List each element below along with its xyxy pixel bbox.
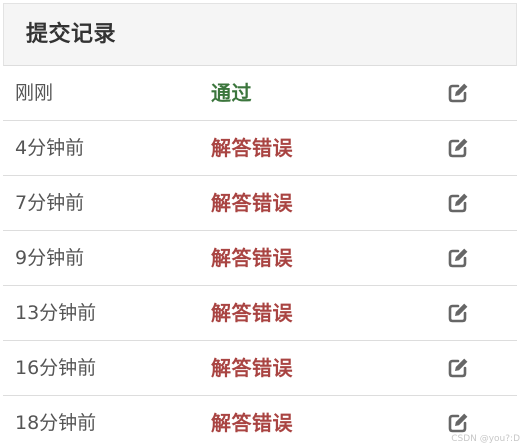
edit-icon[interactable]	[447, 137, 469, 159]
submission-status[interactable]: 解答错误	[211, 409, 293, 437]
submission-time: 刚刚	[15, 82, 54, 104]
edit-icon[interactable]	[447, 302, 469, 324]
submission-row[interactable]: 4分钟前 解答错误	[3, 121, 517, 176]
panel-header: 提交记录	[3, 3, 517, 66]
submission-status[interactable]: 解答错误	[211, 354, 293, 382]
submission-row[interactable]: 16分钟前 解答错误	[3, 341, 517, 396]
submission-status[interactable]: 通过	[211, 79, 252, 107]
submission-row[interactable]: 13分钟前 解答错误	[3, 286, 517, 341]
submission-row[interactable]: 9分钟前 解答错误	[3, 231, 517, 286]
submission-row[interactable]: 刚刚 通过	[3, 66, 517, 121]
submission-time: 4分钟前	[15, 137, 85, 159]
submission-time: 18分钟前	[15, 412, 97, 434]
submission-row[interactable]: 7分钟前 解答错误	[3, 176, 517, 231]
submission-time: 13分钟前	[15, 302, 97, 324]
submission-row[interactable]: 18分钟前 解答错误	[3, 396, 517, 448]
edit-icon[interactable]	[447, 192, 469, 214]
panel-title: 提交记录	[26, 22, 117, 47]
submission-status[interactable]: 解答错误	[211, 299, 293, 327]
edit-icon[interactable]	[447, 412, 469, 434]
edit-icon[interactable]	[447, 247, 469, 269]
submission-time: 9分钟前	[15, 247, 85, 269]
edit-icon[interactable]	[447, 82, 469, 104]
submission-time: 7分钟前	[15, 192, 85, 214]
watermark: CSDN @you?:D	[451, 434, 520, 444]
edit-icon[interactable]	[447, 357, 469, 379]
submission-status[interactable]: 解答错误	[211, 134, 293, 162]
submission-status[interactable]: 解答错误	[211, 244, 293, 272]
submission-list: 刚刚 通过 4分钟前 解答错误 7分钟前 解答错误 9分钟前 解答错误 13分钟…	[3, 66, 517, 448]
submission-time: 16分钟前	[15, 357, 97, 379]
submission-status[interactable]: 解答错误	[211, 189, 293, 217]
submission-history-panel: 提交记录 刚刚 通过 4分钟前 解答错误 7分钟前 解答错误 9分钟前 解答错误…	[0, 0, 523, 448]
